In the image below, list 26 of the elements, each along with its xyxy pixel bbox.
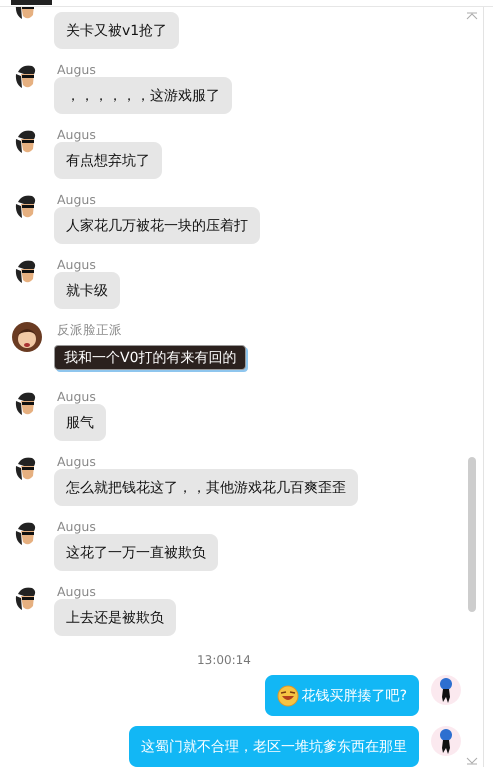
message-bubble: 这花了一万一直被欺负 — [54, 534, 218, 571]
message-bubble: ，，，，，，这游戏服了 — [54, 77, 232, 114]
sender-name: Augus — [56, 127, 96, 142]
sender-name: Augus — [56, 62, 96, 77]
timestamp: 13:00:14 — [197, 653, 252, 667]
message-bubble: 怎么就把钱花这了，，其他游戏花几百爽歪歪 — [54, 469, 358, 506]
sender-name: Augus — [56, 192, 96, 207]
sender-name: Augus — [56, 454, 96, 469]
sender-name: Augus — [56, 519, 96, 534]
message-bubble: 上去还是被欺负 — [54, 599, 176, 636]
message-bubble: 人家花几万被花一块的压着打 — [54, 207, 260, 244]
message-bubble: 我和一个V0打的有来有回的 — [54, 345, 246, 370]
avatar-icon[interactable] — [12, 322, 42, 352]
sender-name: 反派脸正派 — [56, 322, 122, 337]
avatar-icon[interactable] — [431, 675, 461, 705]
message-bubble: 服气 — [54, 404, 106, 441]
sender-name: Augus — [56, 584, 96, 599]
avatar-icon[interactable] — [431, 726, 461, 756]
message-bubble: 有点想弃坑了 — [54, 142, 162, 179]
message-bubble: 关卡又被v1抢了 — [54, 12, 180, 49]
sender-name: Augus — [56, 257, 96, 272]
message-bubble: 就卡级 — [54, 272, 120, 309]
message-text: 花钱买胖揍了吧? — [302, 686, 407, 704]
message-text: 这蜀门就不合理，老区一堆坑爹东西在那里 — [141, 738, 407, 756]
scrollbar-thumb[interactable] — [468, 457, 476, 612]
sender-name: Augus — [56, 389, 96, 404]
